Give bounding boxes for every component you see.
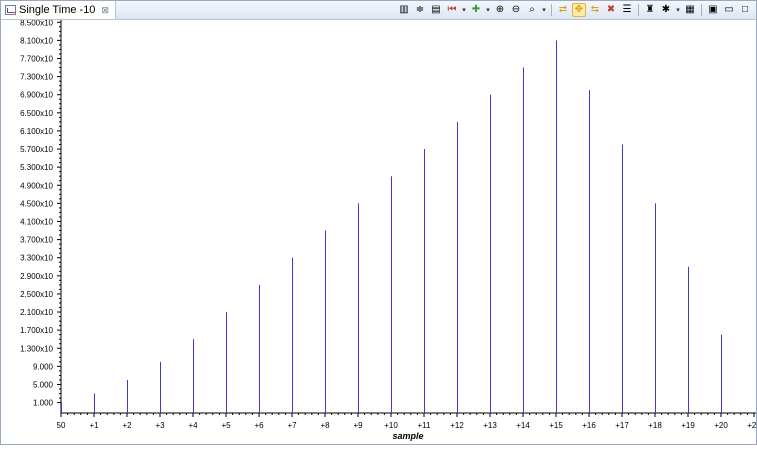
x-tick-label: +3 bbox=[155, 421, 165, 430]
y-tick-label: 2.100x10 bbox=[20, 308, 53, 317]
list-icon[interactable]: ☰ bbox=[620, 3, 634, 17]
y-tick-label: 7.700x10 bbox=[20, 54, 53, 63]
pin-icon[interactable]: ✱ bbox=[659, 3, 673, 17]
maximize-icon[interactable]: □ bbox=[738, 3, 752, 17]
x-tick-label: +11 bbox=[418, 421, 432, 430]
x-tick-label: +18 bbox=[648, 421, 662, 430]
y-tick-label: 4.100x10 bbox=[20, 217, 53, 226]
y-tick-label: 6.500x10 bbox=[20, 109, 53, 118]
y-tick-label: 4.900x10 bbox=[20, 181, 53, 190]
y-tick-label: 2.900x10 bbox=[20, 272, 53, 281]
find-icon[interactable]: ♜ bbox=[643, 3, 657, 17]
export-icon[interactable]: ▦ bbox=[683, 3, 697, 17]
view-icon[interactable]: ▣ bbox=[706, 3, 720, 17]
x-tick-label: +6 bbox=[254, 421, 264, 430]
x-axis-title: sample bbox=[392, 431, 423, 441]
table-icon[interactable]: ▤ bbox=[429, 3, 443, 17]
y-tick-label: 1.300x10 bbox=[20, 344, 53, 353]
link-icon[interactable]: ⇆ bbox=[588, 3, 602, 17]
x-tick-label: +20 bbox=[714, 421, 728, 430]
x-tick-label: +13 bbox=[483, 421, 497, 430]
dropdown-arrow-icon[interactable]: ▾ bbox=[541, 6, 547, 14]
columns-icon[interactable]: ▥ bbox=[397, 3, 411, 17]
tab-title: Single Time -10 bbox=[19, 4, 96, 16]
align-icon[interactable]: ≑ bbox=[413, 3, 427, 17]
dropdown-arrow-icon[interactable]: ▾ bbox=[675, 6, 681, 14]
toolbar-separator bbox=[638, 4, 639, 16]
x-tick-label: +9 bbox=[353, 421, 363, 430]
x-tick-label: +14 bbox=[516, 421, 530, 430]
zoom-in-icon[interactable]: ⊕ bbox=[493, 3, 507, 17]
y-tick-label: 4.500x10 bbox=[20, 199, 53, 208]
x-tick-label: 50 bbox=[57, 421, 66, 430]
dropdown-arrow-icon[interactable]: ▾ bbox=[461, 6, 467, 14]
y-tick-label: 1.700x10 bbox=[20, 326, 53, 335]
y-tick-label: 9.000 bbox=[33, 362, 54, 371]
x-tick-label: +4 bbox=[188, 421, 198, 430]
tab-single-time[interactable]: Single Time -10 ⊠ bbox=[1, 1, 116, 19]
y-tick-label: 8.100x10 bbox=[20, 36, 53, 45]
y-tick-label: 6.900x10 bbox=[20, 91, 53, 100]
view-toolbar: ▥ ≑ ▤ ⏮ ▾ ✚ ▾ ⊕ ⊖ ⌕ ▾ ⇄ ✥ ⇆ ✖ ☰ ♜ ✱ ▾ ▦ ▣ ▭ □ bbox=[397, 2, 752, 18]
y-tick-label: 2.500x10 bbox=[20, 290, 53, 299]
chart-icon bbox=[5, 5, 16, 15]
minimize-icon[interactable]: ▭ bbox=[722, 3, 736, 17]
toolbar-separator bbox=[701, 4, 702, 16]
pan-icon[interactable]: ✥ bbox=[572, 3, 586, 17]
add-icon[interactable]: ✚ bbox=[469, 3, 483, 17]
y-tick-label: 5.000 bbox=[33, 380, 54, 389]
chart-view-window: Single Time -10 ⊠ ▥ ≑ ▤ ⏮ ▾ ✚ ▾ ⊕ ⊖ ⌕ ▾ ⇄ ✥ ⇆ ✖ ☰ ♜ ✱ ▾ ▦ ▣ ▭… bbox=[0, 0, 757, 445]
x-tick-label: +7 bbox=[287, 421, 297, 430]
x-tick-label: +21 bbox=[747, 421, 756, 430]
x-tick-label: +12 bbox=[450, 421, 464, 430]
dropdown-arrow-icon[interactable]: ▾ bbox=[485, 6, 491, 14]
x-tick-label: +10 bbox=[384, 421, 398, 430]
zoom-select-icon[interactable]: ⌕ bbox=[525, 3, 539, 17]
y-tick-label: 5.300x10 bbox=[20, 163, 53, 172]
close-icon[interactable]: ⊠ bbox=[101, 5, 109, 16]
y-tick-label: 7.300x10 bbox=[20, 73, 53, 82]
x-tick-label: +8 bbox=[320, 421, 330, 430]
x-tick-label: +5 bbox=[221, 421, 231, 430]
sync-icon[interactable]: ⇄ bbox=[556, 3, 570, 17]
delete-icon[interactable]: ✖ bbox=[604, 3, 618, 17]
x-tick-label: +16 bbox=[582, 421, 596, 430]
y-tick-label: 3.700x10 bbox=[20, 236, 53, 245]
y-tick-label: 1.000 bbox=[33, 399, 54, 408]
x-tick-label: +1 bbox=[89, 421, 99, 430]
x-tick-label: +19 bbox=[681, 421, 695, 430]
toolbar-separator bbox=[551, 4, 552, 16]
y-tick-label: 6.100x10 bbox=[20, 127, 53, 136]
plot-area: 1.000 5.000 9.000 1.300x10 1.700x10 2.100x10 2… bbox=[1, 18, 757, 444]
bar-chart: 1.000 5.000 9.000 1.300x10 1.700x10 2.100x10 2… bbox=[20, 18, 757, 441]
zoom-out-icon[interactable]: ⊖ bbox=[509, 3, 523, 17]
x-tick-label: +15 bbox=[549, 421, 563, 430]
y-tick-label: 3.300x10 bbox=[20, 254, 53, 263]
y-tick-label: 5.700x10 bbox=[20, 145, 53, 154]
x-tick-label: +2 bbox=[122, 421, 132, 430]
view-titlebar: Single Time -10 ⊠ ▥ ≑ ▤ ⏮ ▾ ✚ ▾ ⊕ ⊖ ⌕ ▾ ⇄ ✥ ⇆ ✖ ☰ ♜ ✱ ▾ ▦ ▣ ▭… bbox=[1, 1, 756, 20]
x-tick-label: +17 bbox=[615, 421, 629, 430]
first-icon[interactable]: ⏮ bbox=[445, 3, 459, 17]
y-tick-label: 8.500x10 bbox=[20, 20, 53, 27]
